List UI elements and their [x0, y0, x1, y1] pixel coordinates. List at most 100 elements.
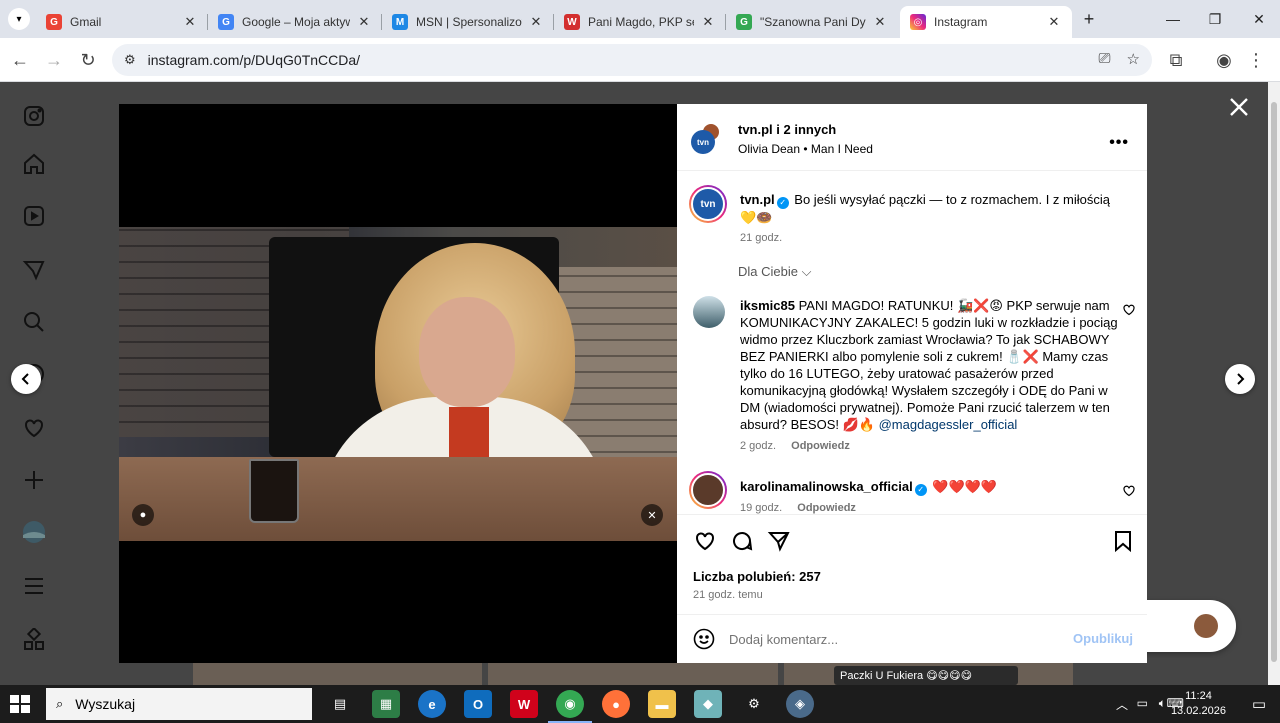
- edge-icon[interactable]: e: [418, 690, 446, 718]
- mute-icon[interactable]: ✕: [641, 504, 663, 526]
- tab-title: "Szanowna Pani Dyre: [760, 15, 866, 29]
- task-view-icon[interactable]: ▤: [326, 690, 354, 718]
- maximize-icon[interactable]: ❐: [1200, 8, 1230, 30]
- like-comment-heart-icon[interactable]: [1123, 304, 1135, 316]
- home-icon[interactable]: [22, 152, 46, 176]
- more-menu-icon[interactable]: [22, 574, 46, 598]
- like-heart-icon[interactable]: [693, 529, 717, 553]
- notifications-heart-icon[interactable]: [22, 416, 46, 440]
- caption-timestamp[interactable]: 21 godz.: [740, 232, 782, 244]
- windows-taskbar: ⌕ Wyszukaj ▤ ▦ e O W ◉ ● ▬ ◆ ⚙ ◈ ︿ ▭ 🔈︎ …: [0, 685, 1280, 723]
- profile-avatar[interactable]: [22, 520, 46, 544]
- caption-username[interactable]: tvn.pl: [740, 192, 775, 207]
- extensions-icon[interactable]: ⧉: [1164, 48, 1188, 72]
- settings-gear-icon[interactable]: ⚙: [740, 690, 768, 718]
- close-tab-icon[interactable]: ✕: [872, 14, 888, 30]
- minimize-icon[interactable]: —: [1158, 8, 1188, 30]
- search-icon[interactable]: [22, 310, 46, 334]
- reply-button[interactable]: Odpowiedz: [797, 502, 856, 514]
- comment-timestamp[interactable]: 2 godz.: [740, 440, 776, 452]
- wp-app-icon[interactable]: W: [510, 690, 538, 718]
- reels-icon[interactable]: [22, 204, 46, 228]
- network-icon[interactable]: ▭: [1137, 696, 1148, 710]
- profile-icon[interactable]: ◉: [1212, 48, 1236, 72]
- author-avatar[interactable]: tvn: [691, 130, 715, 154]
- post-music[interactable]: Olivia Dean • Man I Need: [738, 142, 873, 156]
- store-icon[interactable]: ▦: [372, 690, 400, 718]
- close-tab-icon[interactable]: ✕: [528, 14, 544, 30]
- windows-start-icon[interactable]: [10, 695, 30, 713]
- reply-button[interactable]: Odpowiedz: [791, 440, 850, 452]
- browser-tab[interactable]: G Gmail ✕: [36, 6, 208, 38]
- next-post-button[interactable]: [1225, 364, 1255, 394]
- close-tab-icon[interactable]: ✕: [1046, 14, 1062, 30]
- close-modal-icon[interactable]: [1228, 96, 1250, 118]
- comment-sort-dropdown[interactable]: Dla Ciebie ⌵: [738, 264, 811, 280]
- notes-app-icon[interactable]: ◆: [694, 690, 722, 718]
- install-app-icon[interactable]: ⎚: [1099, 50, 1111, 68]
- likes-count[interactable]: Liczba polubień: 257: [693, 569, 821, 584]
- wooden-table: [119, 457, 677, 541]
- new-tab-button[interactable]: +: [1074, 8, 1104, 30]
- reload-icon[interactable]: ↻: [76, 48, 100, 72]
- comment-timestamp[interactable]: 19 godz.: [740, 502, 782, 514]
- tab-search-button[interactable]: ▾: [8, 8, 30, 30]
- close-tab-icon[interactable]: ✕: [700, 14, 716, 30]
- publish-button[interactable]: Opublikuj: [1073, 631, 1133, 646]
- drink-glass: [249, 459, 299, 523]
- create-icon[interactable]: [22, 468, 46, 492]
- bookmark-star-icon[interactable]: ☆: [1127, 50, 1140, 68]
- previous-post-button[interactable]: [11, 364, 41, 394]
- commenter-avatar[interactable]: [693, 296, 725, 328]
- tray-chevron-up-icon[interactable]: ︿: [1116, 696, 1128, 713]
- comment-input[interactable]: [729, 627, 1059, 651]
- chrome-icon[interactable]: ◉: [548, 690, 592, 723]
- outlook-icon[interactable]: O: [464, 690, 492, 718]
- caption-avatar[interactable]: tvn: [689, 185, 727, 223]
- clock[interactable]: 11:24 13.02.2026: [1171, 689, 1226, 719]
- tagged-users-icon[interactable]: ●: [132, 504, 154, 526]
- commenter-avatar[interactable]: [689, 471, 727, 509]
- comment-username[interactable]: iksmic85: [740, 298, 795, 313]
- close-window-icon[interactable]: ✕: [1244, 8, 1274, 30]
- messages-icon[interactable]: [22, 258, 46, 282]
- page-scrollbar[interactable]: [1268, 82, 1280, 685]
- comment-mention[interactable]: @magdagessler_official: [879, 417, 1018, 432]
- back-icon[interactable]: ←: [8, 48, 32, 72]
- address-bar[interactable]: ⚙ instagram.com/p/DUqG0TnCCDa/ ⎚ ☆: [112, 44, 1152, 76]
- taskbar-search[interactable]: ⌕ Wyszukaj: [46, 688, 312, 720]
- comment-bubble-icon[interactable]: [730, 529, 754, 553]
- browser-tab[interactable]: M MSN | Spersonalizow ✕: [382, 6, 554, 38]
- volume-icon[interactable]: 🔈︎: [1159, 696, 1166, 711]
- post-author[interactable]: tvn.pl i 2 innych: [738, 122, 836, 137]
- scrollbar-thumb[interactable]: [1271, 102, 1277, 662]
- post-details-panel: tvn tvn.pl i 2 innych Olivia Dean • Man …: [677, 104, 1147, 663]
- close-tab-icon[interactable]: ✕: [356, 14, 372, 30]
- caption: tvn.pl ✓ Bo jeśli wysyłać pączki — to z r…: [740, 191, 1120, 226]
- also-from-meta-icon[interactable]: [22, 626, 46, 652]
- close-tab-icon[interactable]: ✕: [182, 14, 198, 30]
- firefox-icon[interactable]: ●: [602, 690, 630, 718]
- browser-menu-icon[interactable]: ⋮: [1244, 48, 1268, 72]
- post-timestamp[interactable]: 21 godz. temu: [693, 589, 763, 601]
- post-video[interactable]: ● ✕: [119, 104, 677, 663]
- emoji-icon[interactable]: [693, 628, 715, 650]
- like-comment-heart-icon[interactable]: [1123, 485, 1135, 497]
- browser-toolbar: ← → ↻ ⚙ instagram.com/p/DUqG0TnCCDa/ ⎚ ☆…: [0, 38, 1280, 82]
- more-options-icon[interactable]: •••: [1109, 134, 1129, 152]
- forward-icon[interactable]: →: [42, 48, 66, 72]
- notifications-icon[interactable]: ▭: [1252, 695, 1266, 713]
- browser-tab[interactable]: G Google – Moja aktyw ✕: [208, 6, 382, 38]
- comment-body: ❤️❤️❤️❤️: [932, 479, 998, 494]
- app-icon[interactable]: ◈: [786, 690, 814, 718]
- share-send-icon[interactable]: [767, 529, 791, 553]
- file-explorer-icon[interactable]: ▬: [648, 690, 676, 718]
- browser-tab[interactable]: G "Szanowna Pani Dyre ✕: [726, 6, 898, 38]
- save-bookmark-icon[interactable]: [1111, 529, 1135, 553]
- browser-tab[interactable]: W Pani Magdo, PKP ser ✕: [554, 6, 726, 38]
- url-text[interactable]: instagram.com/p/DUqG0TnCCDa/: [148, 52, 360, 68]
- browser-tab-active[interactable]: ◎ Instagram ✕: [900, 6, 1072, 38]
- site-info-icon[interactable]: ⚙: [124, 52, 136, 68]
- comment-username[interactable]: karolinamalinowska_official: [740, 479, 913, 494]
- instagram-logo-icon[interactable]: [22, 104, 46, 128]
